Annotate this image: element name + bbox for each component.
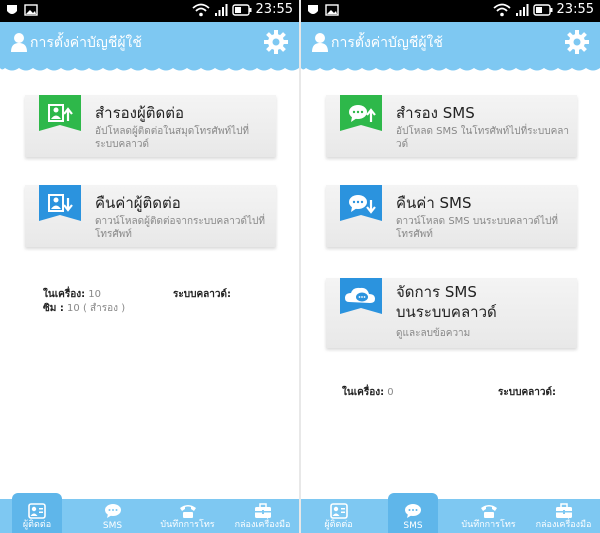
page-title: การตั้งค่าบัญชีผู้ใช้ <box>30 35 142 51</box>
tab-label: ผู้ติดต่อ <box>324 520 353 530</box>
clock: 23:55 <box>255 2 293 17</box>
shield-notification-icon <box>308 5 318 14</box>
card-title: คืนค่า SMS <box>396 194 472 212</box>
image-notification-icon <box>24 4 38 16</box>
tab-sms[interactable]: SMS <box>388 499 438 533</box>
cloud-label: ระบบคลาวด์: <box>498 387 556 398</box>
battery-icon <box>231 3 252 16</box>
sim-count: ซิม : 10 ( สำรอง ) <box>43 301 125 316</box>
card-title-line2: บนระบบคลาวด์ <box>396 303 497 321</box>
card-subtitle: ดาวน์โหลดผู้ติดต่อจากระบบคลาวด์ไปที่โทรศ… <box>95 216 265 240</box>
tab-label: บันทึกการโทร <box>160 520 215 530</box>
tab-call-log[interactable]: บันทึกการโทร <box>451 499 526 533</box>
tab-label: กล่องเครื่องมือ <box>234 520 291 530</box>
tab-label: บันทึกการโทร <box>461 520 516 530</box>
tab-toolbox[interactable]: กล่องเครื่องมือ <box>526 499 600 533</box>
status-bar: 23:55 <box>301 0 600 22</box>
contact-upload-icon <box>39 95 81 131</box>
signal-icon <box>214 3 228 16</box>
tab-label: SMS <box>102 521 123 531</box>
tab-contacts[interactable]: ผู้ติดต่อ <box>301 499 376 533</box>
card-title: สำรองผู้ติดต่อ <box>95 104 184 122</box>
battery-icon <box>532 3 553 16</box>
card-title-line1: จัดการ SMS <box>396 283 477 301</box>
cloud-count: ระบบคลาวด์: <box>498 385 556 400</box>
contact-download-icon <box>39 185 81 221</box>
wifi-icon <box>191 3 210 16</box>
device-value: 0 <box>387 387 394 398</box>
tab-call-log[interactable]: บันทึกการโทร <box>150 499 225 533</box>
bottom-nav: ผู้ติดต่อ SMS บันทึกการโทร กล่องเครื่องม… <box>301 493 600 533</box>
sms-upload-icon <box>340 95 382 131</box>
tab-label: SMS <box>403 521 423 531</box>
status-bar: 23:55 <box>0 0 299 22</box>
wifi-icon <box>492 3 511 16</box>
contacts-screen: 23:55 การตั้งค่าบัญชีผู้ใช้ สำรองผู้ติดต… <box>0 0 299 533</box>
image-notification-icon <box>325 4 339 16</box>
cloud-count: ระบบคลาวด์: <box>173 287 231 302</box>
sms-icon <box>405 504 421 518</box>
page-title: การตั้งค่าบัญชีผู้ใช้ <box>331 35 443 51</box>
tab-label: กล่องเครื่องมือ <box>535 520 592 530</box>
card-subtitle: อัปโหลดผู้ติดต่อในสมุดโทรศัพท์ไปที่ระบบค… <box>95 126 250 150</box>
tab-contacts[interactable]: ผู้ติดต่อ <box>12 499 62 533</box>
shield-notification-icon <box>7 5 17 14</box>
device-label: ในเครื่อง: <box>342 387 385 398</box>
card-subtitle: ดาวน์โหลด SMS บนระบบคลาวด์ไปที่โทรศัพท์ <box>396 216 558 240</box>
header-wave <box>301 64 600 71</box>
device-label: ในเครื่อง: <box>43 289 86 300</box>
restore-contacts-card[interactable]: คืนค่าผู้ติดต่อ ดาวน์โหลดผู้ติดต่อจากระบ… <box>25 185 276 247</box>
device-count: ในเครื่อง: 10 <box>43 287 101 302</box>
header-wave <box>0 64 299 71</box>
clock: 23:55 <box>556 2 594 17</box>
manage-cloud-sms-card[interactable]: จัดการ SMS บนระบบคลาวด์ ดูและลบข้อความ <box>326 278 577 348</box>
sms-download-icon <box>340 185 382 221</box>
sms-screen: 23:55 การตั้งค่าบัญชีผู้ใช้ สำรอง SMS อั… <box>301 0 600 533</box>
user-icon <box>312 33 328 52</box>
card-title: สำรอง SMS <box>396 104 475 122</box>
tab-label: ผู้ติดต่อ <box>22 520 52 530</box>
app-header: การตั้งค่าบัญชีผู้ใช้ <box>301 22 600 64</box>
app-header: การตั้งค่าบัญชีผู้ใช้ <box>0 22 299 64</box>
sms-icon <box>104 504 121 518</box>
user-icon <box>11 33 27 52</box>
device-value: 10 <box>88 289 102 300</box>
tab-toolbox[interactable]: กล่องเครื่องมือ <box>225 499 299 533</box>
card-subtitle: ดูและลบข้อความ <box>396 328 471 339</box>
sim-label: ซิม : <box>43 303 64 314</box>
gear-icon[interactable] <box>263 29 289 55</box>
tab-sms[interactable]: SMS <box>75 499 150 533</box>
cloud-label: ระบบคลาวด์: <box>173 289 231 300</box>
device-count: ในเครื่อง: 0 <box>342 385 394 400</box>
backup-sms-card[interactable]: สำรอง SMS อัปโหลด SMS ในโทรศัพท์ไปที่ระบ… <box>326 95 577 157</box>
cloud-sms-icon <box>340 278 382 314</box>
card-title: คืนค่าผู้ติดต่อ <box>95 194 181 212</box>
restore-sms-card[interactable]: คืนค่า SMS ดาวน์โหลด SMS บนระบบคลาวด์ไปท… <box>326 185 577 247</box>
bottom-nav: ผู้ติดต่อ SMS บันทึกการโทร กล่องเครื่องม… <box>0 493 299 533</box>
gear-icon[interactable] <box>564 29 590 55</box>
sim-value: 10 ( สำรอง ) <box>67 303 126 314</box>
signal-icon <box>515 3 529 16</box>
card-subtitle: อัปโหลด SMS ในโทรศัพท์ไปที่ระบบคลาวด์ <box>396 126 570 150</box>
backup-contacts-card[interactable]: สำรองผู้ติดต่อ อัปโหลดผู้ติดต่อในสมุดโทร… <box>25 95 276 157</box>
